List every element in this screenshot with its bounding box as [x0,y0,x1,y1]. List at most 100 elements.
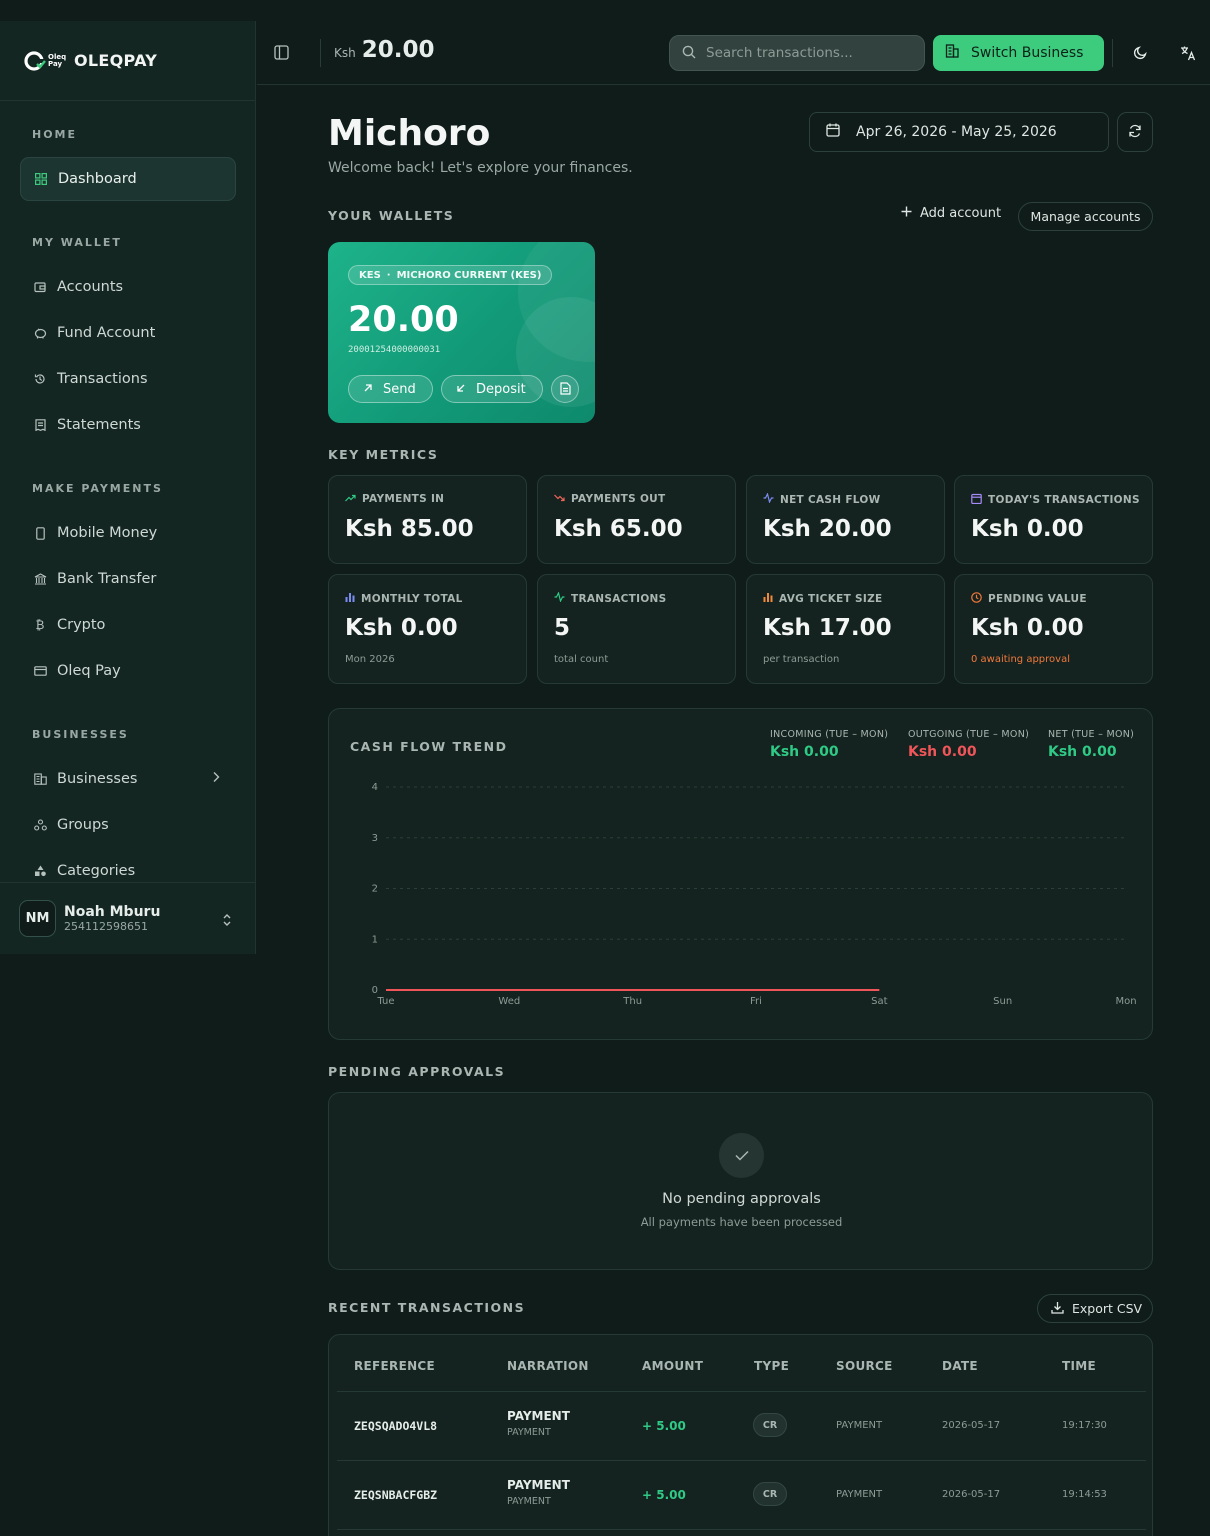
arrow-down-left-icon [456,382,466,397]
metrics-section-title: KEY METRICS [328,447,439,462]
col-header-time[interactable]: TIME [1062,1359,1096,1373]
piggy-bank-icon [33,326,47,340]
switch-business-button[interactable]: Switch Business [933,35,1104,71]
chevron-right-icon [212,771,220,787]
sidebar-item-label: Statements [57,417,141,433]
metric-value: Ksh 85.00 [345,516,474,542]
building-icon [945,44,959,62]
sidebar-item-dashboard[interactable]: Dashboard [20,157,236,201]
wallet-icon [33,280,47,294]
metric-label: TODAY'S TRANSACTIONS [988,494,1140,506]
sidebar-item-mobile-money[interactable]: Mobile Money [20,511,236,555]
cash-flow-chart-card: CASH FLOW TREND INCOMING (TUE – MON) Ksh… [328,708,1153,1040]
metric-label: PAYMENTS OUT [571,493,666,505]
y-tick-label: 0 [372,985,378,996]
metric-value: 5 [554,615,571,641]
metric-value: Ksh 65.00 [554,516,683,542]
col-header-type[interactable]: TYPE [754,1359,789,1373]
history-icon [33,372,47,386]
page-title: Michoro [328,113,491,154]
brand-name: OLEQPAY [74,51,158,70]
pending-empty-subtitle: All payments have been processed [640,1215,843,1229]
col-header-amount[interactable]: AMOUNT [642,1359,703,1373]
sidebar-item-crypto[interactable]: ₿ Crypto [20,603,236,647]
search-input[interactable] [706,45,906,61]
sidebar-item-label: Businesses [57,771,138,787]
refresh-button[interactable] [1117,112,1153,152]
send-button[interactable]: Send [348,375,433,403]
export-label: Export CSV [1072,1301,1143,1316]
tx-type-badge: CR [753,1413,787,1437]
manage-accounts-button[interactable]: Manage accounts [1018,202,1153,231]
y-tick-label: 3 [372,833,378,844]
trend-up-icon [345,493,356,505]
grid-icon [34,172,48,186]
sidebar-item-statements[interactable]: Statements [20,403,236,447]
chevrons-up-down-icon [222,912,232,931]
metric-note: Mon 2026 [345,654,395,665]
col-header-source[interactable]: SOURCE [836,1359,893,1373]
tx-source: PAYMENT [836,1489,883,1500]
wallet-currency: KES [359,269,381,281]
sidebar-item-label: Dashboard [58,171,137,187]
metric-label: NET CASH FLOW [780,493,881,506]
col-header-date[interactable]: DATE [942,1359,978,1373]
table-row[interactable]: ZEQSNBACFGBZ PAYMENT PAYMENT + 5.00 CR P… [329,1461,1152,1529]
table-row[interactable]: ZEQSQADO4VL8 PAYMENT PAYMENT + 5.00 CR P… [329,1392,1152,1460]
wallet-amount: 20.00 [348,300,459,340]
col-header-narration[interactable]: NARRATION [507,1359,589,1373]
tx-date: 2026-05-17 [942,1489,1001,1500]
metric-value: Ksh 0.00 [971,516,1084,542]
metric-label: PAYMENTS IN [362,493,445,505]
sidebar-item-fund-account[interactable]: Fund Account [20,311,236,355]
metric-value: Ksh 20.00 [763,516,892,542]
metric-label: TRANSACTIONS [571,592,667,605]
dot-separator: · [386,269,391,281]
translate-icon[interactable] [1180,45,1196,65]
metric-label: MONTHLY TOTAL [361,592,463,605]
calendar-icon [826,123,840,141]
sidebar-item-businesses[interactable]: Businesses [20,757,236,801]
trend-down-icon [554,493,565,505]
balance-currency: Ksh [334,46,356,60]
export-csv-button[interactable]: Export CSV [1037,1294,1153,1323]
metric-todays-transactions: TODAY'S TRANSACTIONS Ksh 0.00 [954,475,1153,564]
metric-net-cash-flow: NET CASH FLOW Ksh 20.00 [746,475,945,564]
balance-amount: 20.00 [361,37,435,63]
wallet-tag: KES · MICHORO CURRENT (KES) [348,265,553,285]
deposit-button[interactable]: Deposit [441,375,543,403]
sidebar-toggle-icon[interactable] [274,45,289,64]
plus-icon [901,206,912,221]
sidebar-item-transactions[interactable]: Transactions [20,357,236,401]
statement-button[interactable] [551,375,579,403]
moon-icon[interactable] [1133,45,1148,64]
tx-source: PAYMENT [836,1420,883,1431]
phone-icon [33,526,47,540]
x-tick-label: Thu [622,996,642,1007]
card-icon [33,664,47,678]
top-strip [0,0,1210,21]
brand[interactable]: Oleq Pay OLEQPAY [0,21,255,101]
col-header-reference[interactable]: REFERENCE [354,1359,435,1373]
wallet-card[interactable]: KES · MICHORO CURRENT (KES) 20.00 200012… [328,242,595,423]
add-account-button[interactable]: Add account [901,206,1001,221]
page-subtitle: Welcome back! Let's explore your finance… [328,160,633,176]
section-businesses: BUSINESSES [32,728,129,741]
tx-time: 19:14:53 [1062,1489,1107,1500]
date-range-picker[interactable]: Apr 26, 2026 - May 25, 2026 [809,112,1109,152]
sidebar-item-groups[interactable]: Groups [20,803,236,847]
wallet-account-number: 20001254000000031 [348,345,441,355]
sidebar-item-bank-transfer[interactable]: Bank Transfer [20,557,236,601]
x-tick-label: Sun [993,996,1012,1007]
sidebar-item-label: Crypto [57,617,106,633]
metric-pending-value: PENDING VALUE Ksh 0.00 0 awaiting approv… [954,574,1153,684]
metric-avg-ticket-size: AVG TICKET SIZE Ksh 17.00 per transactio… [746,574,945,684]
search-box[interactable] [669,35,925,71]
tx-amount: + 5.00 [642,1488,686,1502]
wallet-name: MICHORO CURRENT (KES) [396,269,542,281]
sidebar-item-accounts[interactable]: Accounts [20,265,236,309]
switch-business-label: Switch Business [971,45,1084,61]
sidebar-item-oleq-pay[interactable]: Oleq Pay [20,649,236,693]
x-tick-label: Fri [750,996,762,1007]
user-menu[interactable]: NM Noah Mburu 254112598651 [0,882,255,954]
